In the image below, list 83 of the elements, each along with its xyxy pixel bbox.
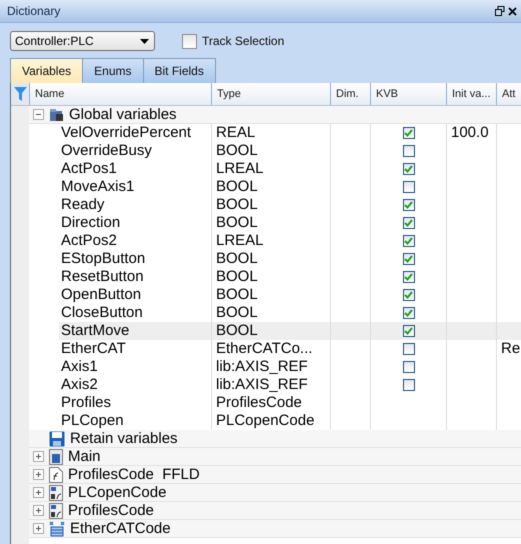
variable-name[interactable]: Axis2	[59, 376, 98, 394]
plus-icon	[35, 471, 42, 478]
track-selection-checkbox[interactable]	[182, 34, 197, 48]
group-label: ProfilesCode	[68, 502, 154, 519]
close-icon[interactable]	[508, 6, 517, 16]
expand-button[interactable]	[33, 523, 44, 534]
checkbox-label: Track Selection	[202, 34, 284, 48]
group-label: ProfilesCode FFLD	[68, 466, 200, 483]
expand-button[interactable]	[33, 505, 44, 516]
variable-name[interactable]: EtherCAT	[59, 340, 126, 358]
float-window-icon[interactable]	[495, 6, 505, 16]
variable-name[interactable]: ResetButton	[59, 268, 144, 286]
tree-group-row[interactable]: Main	[29, 448, 521, 466]
function-block-icon	[49, 502, 63, 518]
variable-name[interactable]: Ready	[59, 196, 104, 214]
variable-name[interactable]: Profiles	[59, 394, 112, 412]
kvb-checkbox[interactable]	[402, 145, 414, 157]
document-icon	[49, 448, 63, 464]
variable-name[interactable]: Direction	[59, 214, 120, 232]
tree-group-row[interactable]: Retain variables	[29, 430, 521, 448]
filter-icon[interactable]	[14, 87, 26, 101]
kvb-checkbox[interactable]	[402, 289, 414, 301]
controller-dropdown[interactable]: Controller:PLC	[10, 31, 155, 51]
variable-name[interactable]: EStopButton	[59, 250, 146, 268]
kvb-checkbox[interactable]	[402, 325, 414, 337]
group-label: PLCopenCode	[68, 484, 166, 501]
column-header[interactable]: Type	[211, 83, 330, 105]
window-title: Dictionary	[7, 4, 60, 18]
column-header[interactable]: Init va...	[446, 83, 496, 105]
group-label: EtherCATCode	[70, 520, 171, 537]
variable-name[interactable]: CloseButton	[59, 304, 143, 322]
column-header[interactable]: Name	[29, 83, 211, 105]
kvb-checkbox[interactable]	[402, 379, 414, 391]
variable-name[interactable]: ActPos1	[59, 160, 117, 178]
variable-name[interactable]: OpenButton	[59, 286, 142, 304]
kvb-checkbox[interactable]	[402, 271, 414, 283]
function-block-icon	[49, 484, 63, 500]
kvb-checkbox[interactable]	[402, 199, 414, 211]
plus-icon	[35, 525, 42, 532]
tab[interactable]: Variables	[10, 58, 84, 83]
plus-icon	[35, 489, 42, 496]
variable-name[interactable]: PLCopen	[59, 412, 124, 430]
plus-icon	[35, 507, 42, 514]
function-document-icon	[49, 466, 63, 482]
tree-group-row[interactable]: PLCopenCode	[29, 484, 521, 502]
group-label: Global variables	[69, 106, 177, 123]
folder-icon	[49, 108, 64, 122]
column-header[interactable]: Att	[496, 83, 521, 105]
collapse-button[interactable]	[33, 109, 44, 120]
table-row[interactable]: StartMove BOOL	[59, 322, 521, 340]
kvb-checkbox[interactable]	[402, 163, 414, 175]
plus-icon	[35, 453, 42, 460]
kvb-checkbox[interactable]	[402, 127, 414, 139]
tree-group-row[interactable]: Global variables	[29, 106, 521, 124]
expand-button[interactable]	[33, 469, 44, 480]
variable-name[interactable]: ActPos2	[59, 232, 117, 250]
caret-icon	[140, 38, 149, 44]
group-label: Main	[68, 448, 101, 465]
tab[interactable]: Enums	[82, 58, 144, 83]
variable-name[interactable]: VelOverridePercent	[59, 124, 192, 142]
network-table-icon	[49, 520, 65, 536]
tree-group-row[interactable]: EtherCATCode	[29, 520, 521, 538]
tree-group-row[interactable]: ProfilesCode	[29, 502, 521, 520]
group-label: Retain variables	[70, 430, 178, 447]
minus-icon	[35, 111, 42, 118]
kvb-checkbox[interactable]	[402, 235, 414, 247]
column-header[interactable]: Dim.	[330, 83, 370, 105]
kvb-checkbox[interactable]	[402, 217, 414, 229]
kvb-checkbox[interactable]	[402, 361, 414, 373]
variable-name[interactable]: Axis1	[59, 358, 98, 376]
variable-name[interactable]: OverrideBusy	[59, 142, 152, 160]
kvb-checkbox[interactable]	[402, 253, 414, 265]
kvb-checkbox[interactable]	[402, 181, 414, 193]
tab[interactable]: Bit Fields	[142, 58, 216, 83]
expand-button[interactable]	[33, 451, 44, 462]
column-header[interactable]: KVB	[370, 83, 446, 105]
table-row[interactable]: EtherCAT EtherCATCo... Re	[59, 340, 521, 358]
variable-name[interactable]: MoveAxis1	[59, 178, 134, 196]
kvb-checkbox[interactable]	[402, 307, 414, 319]
tree-group-row[interactable]: ProfilesCode FFLD	[29, 466, 521, 484]
kvb-checkbox[interactable]	[402, 343, 414, 355]
expand-button[interactable]	[33, 487, 44, 498]
variable-name[interactable]: StartMove	[59, 322, 130, 340]
